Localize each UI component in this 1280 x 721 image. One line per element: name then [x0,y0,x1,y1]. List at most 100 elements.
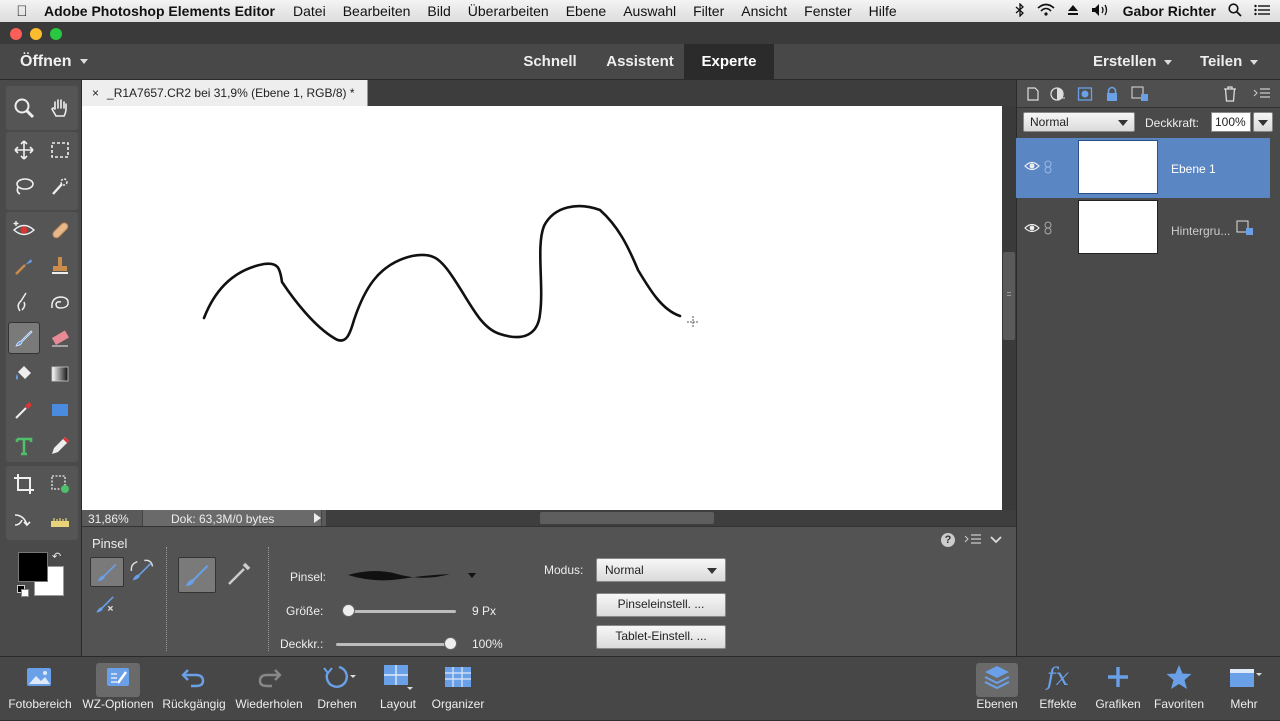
brush-settings-button[interactable]: Pinseleinstell. ... [596,593,726,617]
layer-row-ebene-1[interactable]: Ebene 1 [1016,138,1270,198]
shape-tool-icon[interactable] [44,394,76,426]
brush-tool-icon[interactable] [8,322,40,354]
layer-opacity-dropdown[interactable] [1253,112,1273,132]
size-slider-track[interactable] [342,610,456,613]
notification-center-icon[interactable] [1254,4,1270,19]
default-colors-icon[interactable] [17,585,29,597]
red-eye-icon[interactable] [8,214,40,246]
organizer-button[interactable]: Organizer [426,657,490,721]
mode-tab-assistent[interactable]: Assistent [596,44,684,80]
layer-link-icon[interactable] [1044,160,1052,177]
tool-options-button[interactable]: WZ-Optionen [78,657,158,721]
pencil-tool-icon[interactable] [44,430,76,462]
eject-icon[interactable] [1067,4,1079,19]
move-tool-icon[interactable] [8,134,40,166]
app-name-menu[interactable]: Adobe Photoshop Elements Editor [44,3,275,19]
brush-preset-picker[interactable] [346,563,466,587]
clone-stamp-icon[interactable] [44,250,76,282]
layers-button[interactable]: Ebenen [966,657,1028,721]
brush-variant-brush-icon[interactable] [90,557,124,587]
foreground-color-swatch-front[interactable] [18,552,48,582]
visibility-eye-icon[interactable] [1024,222,1040,237]
menu-ueberarbeiten[interactable]: Überarbeiten [468,3,549,19]
menu-filter[interactable]: Filter [693,3,724,19]
visibility-eye-icon[interactable] [1024,160,1040,175]
menu-datei[interactable]: Datei [293,3,326,19]
zoom-window-icon[interactable] [50,28,62,40]
zoom-tool-icon[interactable] [8,92,40,124]
volume-icon[interactable] [1091,3,1111,20]
document-tab[interactable]: × _R1A7657.CR2 bei 31,9% (Ebene 1, RGB/8)… [82,80,368,106]
lock-all-icon[interactable] [1105,86,1119,105]
menu-ebene[interactable]: Ebene [566,3,606,19]
layer-opacity-input[interactable]: 100% [1211,112,1251,132]
opacity-slider-track[interactable] [336,643,456,646]
status-menu-arrow-icon[interactable] [314,513,321,523]
panel-menu-icon[interactable] [964,533,982,548]
delete-layer-icon[interactable] [1223,86,1237,105]
close-window-icon[interactable] [10,28,22,40]
effects-button[interactable]: fx Effekte [1030,657,1086,721]
close-tab-icon[interactable]: × [92,86,99,100]
spotlight-search-icon[interactable] [1228,2,1242,20]
menu-auswahl[interactable]: Auswahl [623,3,676,19]
new-layer-icon[interactable] [1025,86,1041,105]
blur-tool-icon[interactable] [8,286,40,318]
layers-panel-menu-icon[interactable] [1253,87,1271,102]
mode-tab-experte[interactable]: Experte [684,44,774,80]
adjustment-layer-icon[interactable] [1049,86,1067,105]
layout-button[interactable]: Layout [372,657,424,721]
paint-bucket-icon[interactable] [8,358,40,390]
help-icon[interactable]: ? [941,533,955,547]
more-button[interactable]: Mehr [1214,657,1274,721]
user-name[interactable]: Gabor Richter [1123,3,1216,19]
content-aware-move-icon[interactable] [8,504,40,536]
healing-brush-icon[interactable] [44,214,76,246]
hand-tool-icon[interactable] [44,92,76,124]
smart-brush-icon[interactable] [8,250,40,282]
text-tool-icon[interactable] [8,430,40,462]
recompose-tool-icon[interactable] [44,468,76,500]
tablet-settings-button[interactable]: Tablet-Einstell. ... [596,625,726,649]
create-button[interactable]: Erstellen [1093,53,1173,70]
zoom-level[interactable]: 31,86% [88,512,129,526]
swap-colors-icon[interactable]: ↶ [52,550,61,563]
open-button[interactable]: Öffnen [20,53,88,71]
brush-variant-impressionist-icon[interactable] [128,557,158,587]
graphics-button[interactable]: Grafiken [1090,657,1146,721]
rectangle-marquee-icon[interactable] [44,134,76,166]
horizontal-scroll-thumb[interactable] [540,512,714,524]
menu-ansicht[interactable]: Ansicht [741,3,787,19]
straighten-tool-icon[interactable] [44,504,76,536]
redo-button[interactable]: Wiederholen [230,657,308,721]
photo-bin-button[interactable]: Fotobereich [2,657,78,721]
menu-hilfe[interactable]: Hilfe [869,3,897,19]
opacity-slider-knob[interactable] [444,637,457,650]
bluetooth-icon[interactable] [1015,1,1025,20]
document-canvas[interactable] [82,106,1002,510]
apple-icon[interactable]:  [0,3,44,20]
vertical-scroll-thumb[interactable] [1003,252,1015,340]
brush-mode-normal-icon[interactable] [178,557,216,593]
lock-transparent-icon[interactable] [1131,86,1149,105]
chevron-down-icon[interactable] [468,573,476,578]
undo-button[interactable]: Rückgängig [158,657,230,721]
mode-tab-schnell[interactable]: Schnell [510,44,590,80]
lasso-tool-icon[interactable] [8,170,40,202]
minimize-window-icon[interactable] [30,28,42,40]
menu-fenster[interactable]: Fenster [804,3,851,19]
menu-bild[interactable]: Bild [427,3,450,19]
quick-selection-icon[interactable] [44,170,76,202]
layer-row-background[interactable]: Hintergru... [1016,198,1270,258]
sponge-tool-icon[interactable] [44,286,76,318]
crop-tool-icon[interactable] [8,468,40,500]
share-button[interactable]: Teilen [1200,53,1259,70]
layer-link-icon[interactable] [1044,221,1052,238]
eyedropper-icon[interactable] [8,394,40,426]
menu-bearbeiten[interactable]: Bearbeiten [343,3,411,19]
blend-mode-select[interactable]: Normal [1023,112,1135,132]
favorites-button[interactable]: Favoriten [1148,657,1210,721]
brush-variant-color-replace-icon[interactable] [92,591,120,619]
airbrush-icon[interactable] [224,559,254,589]
size-slider-knob[interactable] [342,604,355,617]
